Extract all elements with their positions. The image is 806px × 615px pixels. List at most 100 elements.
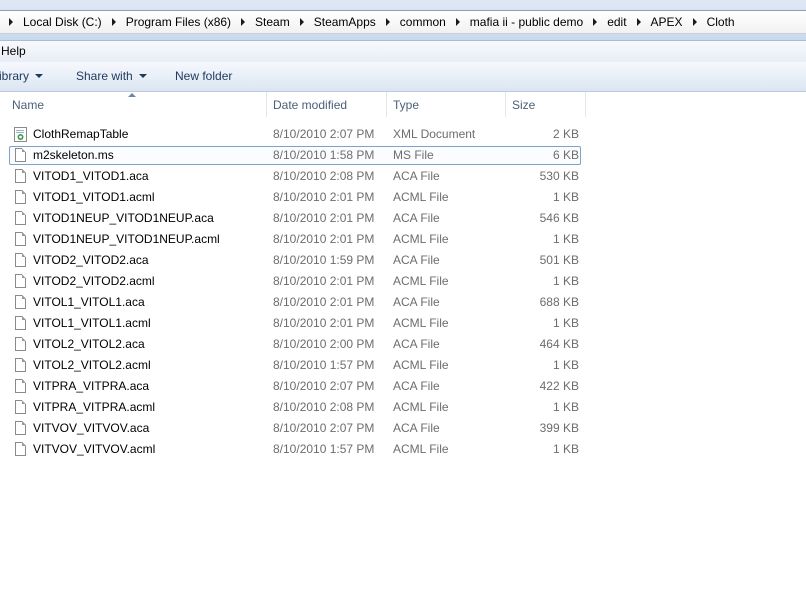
file-date-modified: 8/10/2010 1:57 PM <box>273 358 375 372</box>
menu-help[interactable]: Help <box>1 44 26 58</box>
new-folder-button[interactable]: New folder <box>175 69 232 83</box>
file-date-modified: 8/10/2010 2:01 PM <box>273 190 375 204</box>
file-row[interactable]: VITPRA_VITPRA.aca 8/10/2010 2:07 PM ACA … <box>0 376 806 397</box>
column-header-date-modified[interactable]: Date modified <box>267 92 387 117</box>
breadcrumb-item-steamapps[interactable]: SteamApps <box>314 11 376 33</box>
file-row[interactable]: VITOL2_VITOL2.aca 8/10/2010 2:00 PM ACA … <box>0 334 806 355</box>
file-date-modified: 8/10/2010 2:07 PM <box>273 379 375 393</box>
file-icon <box>15 190 26 204</box>
file-name: VITOL2_VITOL2.aca <box>33 337 145 351</box>
file-date-modified: 8/10/2010 2:01 PM <box>273 316 375 330</box>
file-size: 1 KB <box>552 358 579 372</box>
file-size: 464 KB <box>539 337 579 351</box>
menu-bar: Help <box>0 41 806 63</box>
file-name: VITOD2_VITOD2.acml <box>33 274 155 288</box>
file-type: ACML File <box>393 316 449 330</box>
file-row[interactable]: VITOD1NEUP_VITOD1NEUP.acml 8/10/2010 2:0… <box>0 229 806 250</box>
file-name: VITOL1_VITOL1.aca <box>33 295 145 309</box>
chevron-right-icon[interactable] <box>593 18 598 26</box>
chevron-right-icon[interactable] <box>692 18 697 26</box>
file-name: ClothRemapTable <box>33 127 129 141</box>
include-in-library-label: ibrary <box>0 69 30 83</box>
file-row-focused[interactable]: m2skeleton.ms 8/10/2010 1:58 PM MS File … <box>0 145 806 166</box>
file-icon <box>15 421 26 435</box>
file-type: ACA File <box>393 379 440 393</box>
breadcrumb-item-program-files[interactable]: Program Files (x86) <box>126 11 231 33</box>
file-icon <box>15 316 26 330</box>
file-size: 1 KB <box>552 400 579 414</box>
chevron-right-icon[interactable] <box>385 18 390 26</box>
breadcrumb-item-steam[interactable]: Steam <box>255 11 290 33</box>
column-header-type[interactable]: Type <box>387 92 506 117</box>
file-row[interactable]: VITOD1_VITOD1.acml 8/10/2010 2:01 PM ACM… <box>0 187 806 208</box>
file-size: 2 KB <box>552 127 579 141</box>
file-name: VITOD1NEUP_VITOD1NEUP.acml <box>33 232 220 246</box>
chevron-right-icon[interactable] <box>455 18 460 26</box>
file-date-modified: 8/10/2010 2:01 PM <box>273 295 375 309</box>
file-size: 1 KB <box>552 232 579 246</box>
file-type: ACML File <box>393 274 449 288</box>
file-icon <box>15 211 26 225</box>
file-icon <box>15 295 26 309</box>
file-size: 1 KB <box>552 190 579 204</box>
file-date-modified: 8/10/2010 2:07 PM <box>273 421 375 435</box>
column-header-size[interactable]: Size <box>506 92 586 117</box>
xml-document-icon <box>14 127 27 142</box>
file-icon <box>15 442 26 456</box>
file-type: ACML File <box>393 442 449 456</box>
file-date-modified: 8/10/2010 2:01 PM <box>273 211 375 225</box>
file-date-modified: 8/10/2010 2:01 PM <box>273 274 375 288</box>
file-size: 530 KB <box>539 169 579 183</box>
chevron-down-icon <box>138 74 147 78</box>
file-type: ACA File <box>393 211 440 225</box>
file-type: ACML File <box>393 232 449 246</box>
file-name: VITOD1_VITOD1.aca <box>33 169 149 183</box>
file-row[interactable]: VITOL1_VITOL1.acml 8/10/2010 2:01 PM ACM… <box>0 313 806 334</box>
breadcrumb-item-apex[interactable]: APEX <box>651 11 683 33</box>
breadcrumb-item-local-disk[interactable]: Local Disk (C:) <box>23 11 102 33</box>
file-type: ACA File <box>393 169 440 183</box>
file-row[interactable]: VITVOV_VITVOV.aca 8/10/2010 2:07 PM ACA … <box>0 418 806 439</box>
file-type: ACML File <box>393 190 449 204</box>
command-bar: ibrary Share with New folder <box>0 62 806 92</box>
share-with-button[interactable]: Share with <box>76 69 147 83</box>
file-size: 1 KB <box>552 274 579 288</box>
column-header-name-label: Name <box>12 97 45 112</box>
chevron-right-icon[interactable] <box>241 18 246 26</box>
file-row[interactable]: VITOD2_VITOD2.acml 8/10/2010 2:01 PM ACM… <box>0 271 806 292</box>
file-name: VITOD2_VITOD2.aca <box>33 253 149 267</box>
column-header-name[interactable]: Name <box>6 92 267 117</box>
file-date-modified: 8/10/2010 1:59 PM <box>273 253 375 267</box>
chevron-right-icon[interactable] <box>111 18 116 26</box>
chevron-right-icon[interactable] <box>636 18 641 26</box>
file-size: 1 KB <box>552 442 579 456</box>
chevron-right-icon[interactable] <box>299 18 304 26</box>
breadcrumb-item-edit[interactable]: edit <box>607 11 626 33</box>
file-size: 1 KB <box>552 316 579 330</box>
breadcrumb-item-common[interactable]: common <box>400 11 446 33</box>
include-in-library-button[interactable]: ibrary <box>0 69 44 83</box>
breadcrumb-item-mafia-ii-demo[interactable]: mafia ii - public demo <box>470 11 583 33</box>
file-row[interactable]: VITPRA_VITPRA.acml 8/10/2010 2:08 PM ACM… <box>0 397 806 418</box>
file-size: 688 KB <box>539 295 579 309</box>
file-row[interactable]: VITOD1NEUP_VITOD1NEUP.aca 8/10/2010 2:01… <box>0 208 806 229</box>
file-size: 399 KB <box>539 421 579 435</box>
file-row[interactable]: VITOL2_VITOL2.acml 8/10/2010 1:57 PM ACM… <box>0 355 806 376</box>
column-header-type-label: Type <box>393 97 420 112</box>
file-row[interactable]: VITOD2_VITOD2.aca 8/10/2010 1:59 PM ACA … <box>0 250 806 271</box>
file-row[interactable]: VITOL1_VITOL1.aca 8/10/2010 2:01 PM ACA … <box>0 292 806 313</box>
file-row[interactable]: VITVOV_VITVOV.acml 8/10/2010 1:57 PM ACM… <box>0 439 806 460</box>
file-name: VITOL2_VITOL2.acml <box>33 358 151 372</box>
file-type: ACML File <box>393 358 449 372</box>
breadcrumb[interactable]: Local Disk (C:) Program Files (x86) Stea… <box>0 10 806 34</box>
file-row[interactable]: ClothRemapTable 8/10/2010 2:07 PM XML Do… <box>0 124 806 145</box>
file-row[interactable]: VITOD1_VITOD1.aca 8/10/2010 2:08 PM ACA … <box>0 166 806 187</box>
chevron-down-icon <box>35 74 44 78</box>
breadcrumb-item-cloth[interactable]: Cloth <box>707 11 735 33</box>
file-name: VITPRA_VITPRA.aca <box>33 379 150 393</box>
file-type: MS File <box>393 148 434 162</box>
chevron-right-icon[interactable] <box>9 18 13 26</box>
file-date-modified: 8/10/2010 1:57 PM <box>273 442 375 456</box>
share-with-label: Share with <box>76 69 133 83</box>
file-icon <box>15 400 26 414</box>
